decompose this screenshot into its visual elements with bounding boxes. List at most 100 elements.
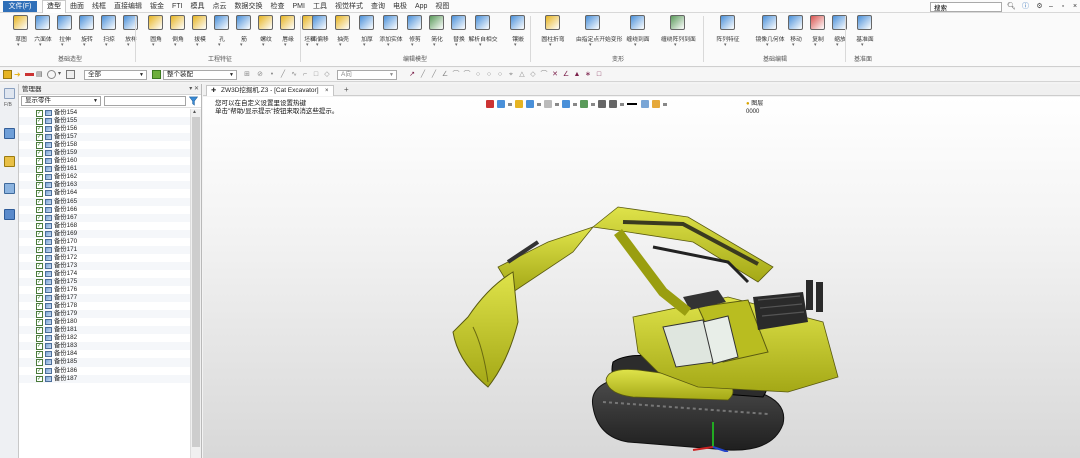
circle-select-icon[interactable] <box>47 70 56 79</box>
tree-row[interactable]: ✓ 备份171 <box>19 245 190 254</box>
pick-combo[interactable]: 整个装配 ▼ <box>163 70 237 80</box>
filter-combo[interactable]: 全部 ▼ <box>84 70 147 80</box>
tree-row[interactable]: ✓ 备份177 <box>19 294 190 303</box>
section-icon[interactable] <box>580 100 588 108</box>
tab-direct-edit[interactable]: 直接编辑 <box>110 0 146 13</box>
tab-mold[interactable]: 模具 <box>187 0 209 13</box>
visibility-checkbox[interactable]: ✓ <box>36 367 43 374</box>
wrap-to-face-button[interactable]: 缠绕到面 ▾ <box>625 15 651 51</box>
color-swatch-icon[interactable] <box>652 100 660 108</box>
view-orient-icon[interactable] <box>497 100 505 108</box>
circle-3-icon[interactable]: ○ <box>496 71 504 79</box>
face-icon[interactable]: □ <box>312 71 320 79</box>
angle-icon[interactable]: ∠ <box>441 71 449 79</box>
user-manager-icon[interactable] <box>4 209 15 220</box>
visibility-checkbox[interactable]: ✓ <box>36 238 43 246</box>
tab-surface[interactable]: 曲面 <box>66 0 88 13</box>
close-tab-icon[interactable]: × <box>325 86 329 96</box>
tree-row[interactable]: ✓ 备份182 <box>19 334 190 342</box>
visibility-checkbox[interactable]: ✓ <box>36 190 43 197</box>
direction-combo[interactable]: A向 ▼ <box>337 70 397 80</box>
wire-icon[interactable] <box>544 100 552 108</box>
dropdown-icon[interactable] <box>591 103 595 106</box>
line-select-icon[interactable]: ╱ <box>419 71 427 79</box>
render-icon[interactable] <box>562 100 570 108</box>
tab-fti[interactable]: FTI <box>168 0 187 13</box>
visibility-checkbox[interactable]: ✓ <box>36 158 43 165</box>
tab-tools[interactable]: 工具 <box>309 0 331 13</box>
triangle-icon[interactable]: △ <box>518 71 526 79</box>
body-icon[interactable]: ◇ <box>323 71 331 79</box>
tree-row[interactable]: ✓ 备份179 <box>19 310 190 319</box>
square-icon[interactable]: □ <box>595 71 603 79</box>
visibility-checkbox[interactable]: ✓ <box>36 214 43 222</box>
tree-row[interactable]: ✓ 备份172 <box>19 254 190 262</box>
visibility-checkbox[interactable]: ✓ <box>36 198 43 206</box>
line-icon[interactable]: ╱ <box>279 71 287 79</box>
tab-sheet-metal[interactable]: 钣金 <box>146 0 168 13</box>
wrap-pattern-to-face-button[interactable]: 缠绕阵列到面 ▾ <box>661 15 696 51</box>
graphics-viewport[interactable]: 您可以在自定义设置里设置热键 单击"帮助/显示提示"按钮来取消这些提示。 ● 图… <box>203 97 1080 458</box>
visibility-checkbox[interactable]: ✓ <box>36 303 43 310</box>
tree-row[interactable]: ✓ 备份166 <box>19 206 190 214</box>
layer-manager-icon[interactable] <box>4 156 15 167</box>
tab-wireframe[interactable]: 线框 <box>88 0 110 13</box>
manager-filter-input[interactable] <box>104 96 186 106</box>
arrow-icon[interactable]: ➜ <box>14 70 23 79</box>
arrow-up-right-icon[interactable]: ↗ <box>408 71 416 79</box>
tree-row[interactable]: ✓ 备份155 <box>19 117 190 126</box>
history-icon[interactable] <box>4 88 15 99</box>
shaded-icon[interactable] <box>515 100 523 108</box>
visibility-checkbox[interactable]: ✓ <box>36 359 43 366</box>
assembly-icon[interactable] <box>152 70 161 79</box>
cross-icon[interactable]: ✕ <box>551 71 559 79</box>
dropdown-icon[interactable] <box>620 103 624 106</box>
visibility-checkbox[interactable]: ✓ <box>36 110 43 117</box>
tree-row[interactable]: ✓ 备份175 <box>19 277 190 287</box>
visibility-checkbox[interactable]: ✓ <box>36 287 43 294</box>
replace-button[interactable]: 替换 ▾ <box>446 15 472 51</box>
dropdown-icon[interactable] <box>537 103 541 106</box>
filter-view-icon[interactable] <box>609 100 617 108</box>
visibility-checkbox[interactable]: ✓ <box>36 126 43 133</box>
visibility-checkbox[interactable]: ✓ <box>36 262 43 270</box>
tree-row[interactable]: ✓ 备份162 <box>19 173 190 181</box>
dropdown-icon[interactable] <box>573 103 577 106</box>
tree-row[interactable]: ✓ 备份178 <box>19 302 190 310</box>
line-color-icon[interactable] <box>627 103 637 105</box>
triangle-2-icon[interactable]: ▲ <box>573 71 581 79</box>
circle-2-icon[interactable]: ○ <box>485 71 493 79</box>
edge-select-icon[interactable]: ╱ <box>430 71 438 79</box>
edge-icon[interactable]: ⌐ <box>301 71 309 79</box>
shell-button[interactable]: 抽壳 ▾ <box>330 15 356 51</box>
scrollbar-thumb[interactable] <box>192 117 200 447</box>
box-select-icon[interactable] <box>66 70 75 79</box>
visibility-checkbox[interactable]: ✓ <box>36 246 43 254</box>
display-filter-select[interactable]: 显示零件 ▼ <box>21 96 101 106</box>
inlay-button[interactable]: 镶嵌 ▾ <box>505 15 531 51</box>
visibility-checkbox[interactable]: ✓ <box>36 311 43 318</box>
visibility-checkbox[interactable]: ✓ <box>36 206 43 214</box>
tab-electrode[interactable]: 电极 <box>389 0 411 13</box>
visibility-checkbox[interactable]: ✓ <box>36 327 43 334</box>
arc-icon[interactable]: ⌒ <box>452 71 460 79</box>
tab-app[interactable]: App <box>411 0 431 13</box>
visibility-checkbox[interactable]: ✓ <box>36 254 43 262</box>
visibility-checkbox[interactable]: ✓ <box>36 182 43 189</box>
deform-from-point-button[interactable]: 由指定点开始变形 ▾ <box>576 15 622 51</box>
file-menu-button[interactable]: 文件(F) <box>3 1 37 12</box>
tab-visual-style[interactable]: 视觉样式 <box>331 0 367 13</box>
visibility-checkbox[interactable]: ✓ <box>36 150 43 157</box>
box-icon[interactable] <box>598 100 606 108</box>
curve-icon[interactable]: ∿ <box>290 71 298 79</box>
tree-row[interactable]: ✓ 备份154 <box>19 109 190 117</box>
scroll-up-icon[interactable]: ▲ <box>192 109 197 115</box>
loft-button[interactable]: 放样 ▾ <box>118 15 144 51</box>
visibility-checkbox[interactable]: ✓ <box>36 118 43 125</box>
pattern-feature-button[interactable]: 阵列特征 ▾ <box>715 15 741 51</box>
restore-icon[interactable]: ▫ <box>1058 3 1068 10</box>
datum-plane-button[interactable]: 基准面 ▾ <box>852 15 878 51</box>
dropdown-icon[interactable] <box>555 103 559 106</box>
point-icon[interactable]: • <box>268 71 276 79</box>
angle-2-icon[interactable]: ∠ <box>562 71 570 79</box>
